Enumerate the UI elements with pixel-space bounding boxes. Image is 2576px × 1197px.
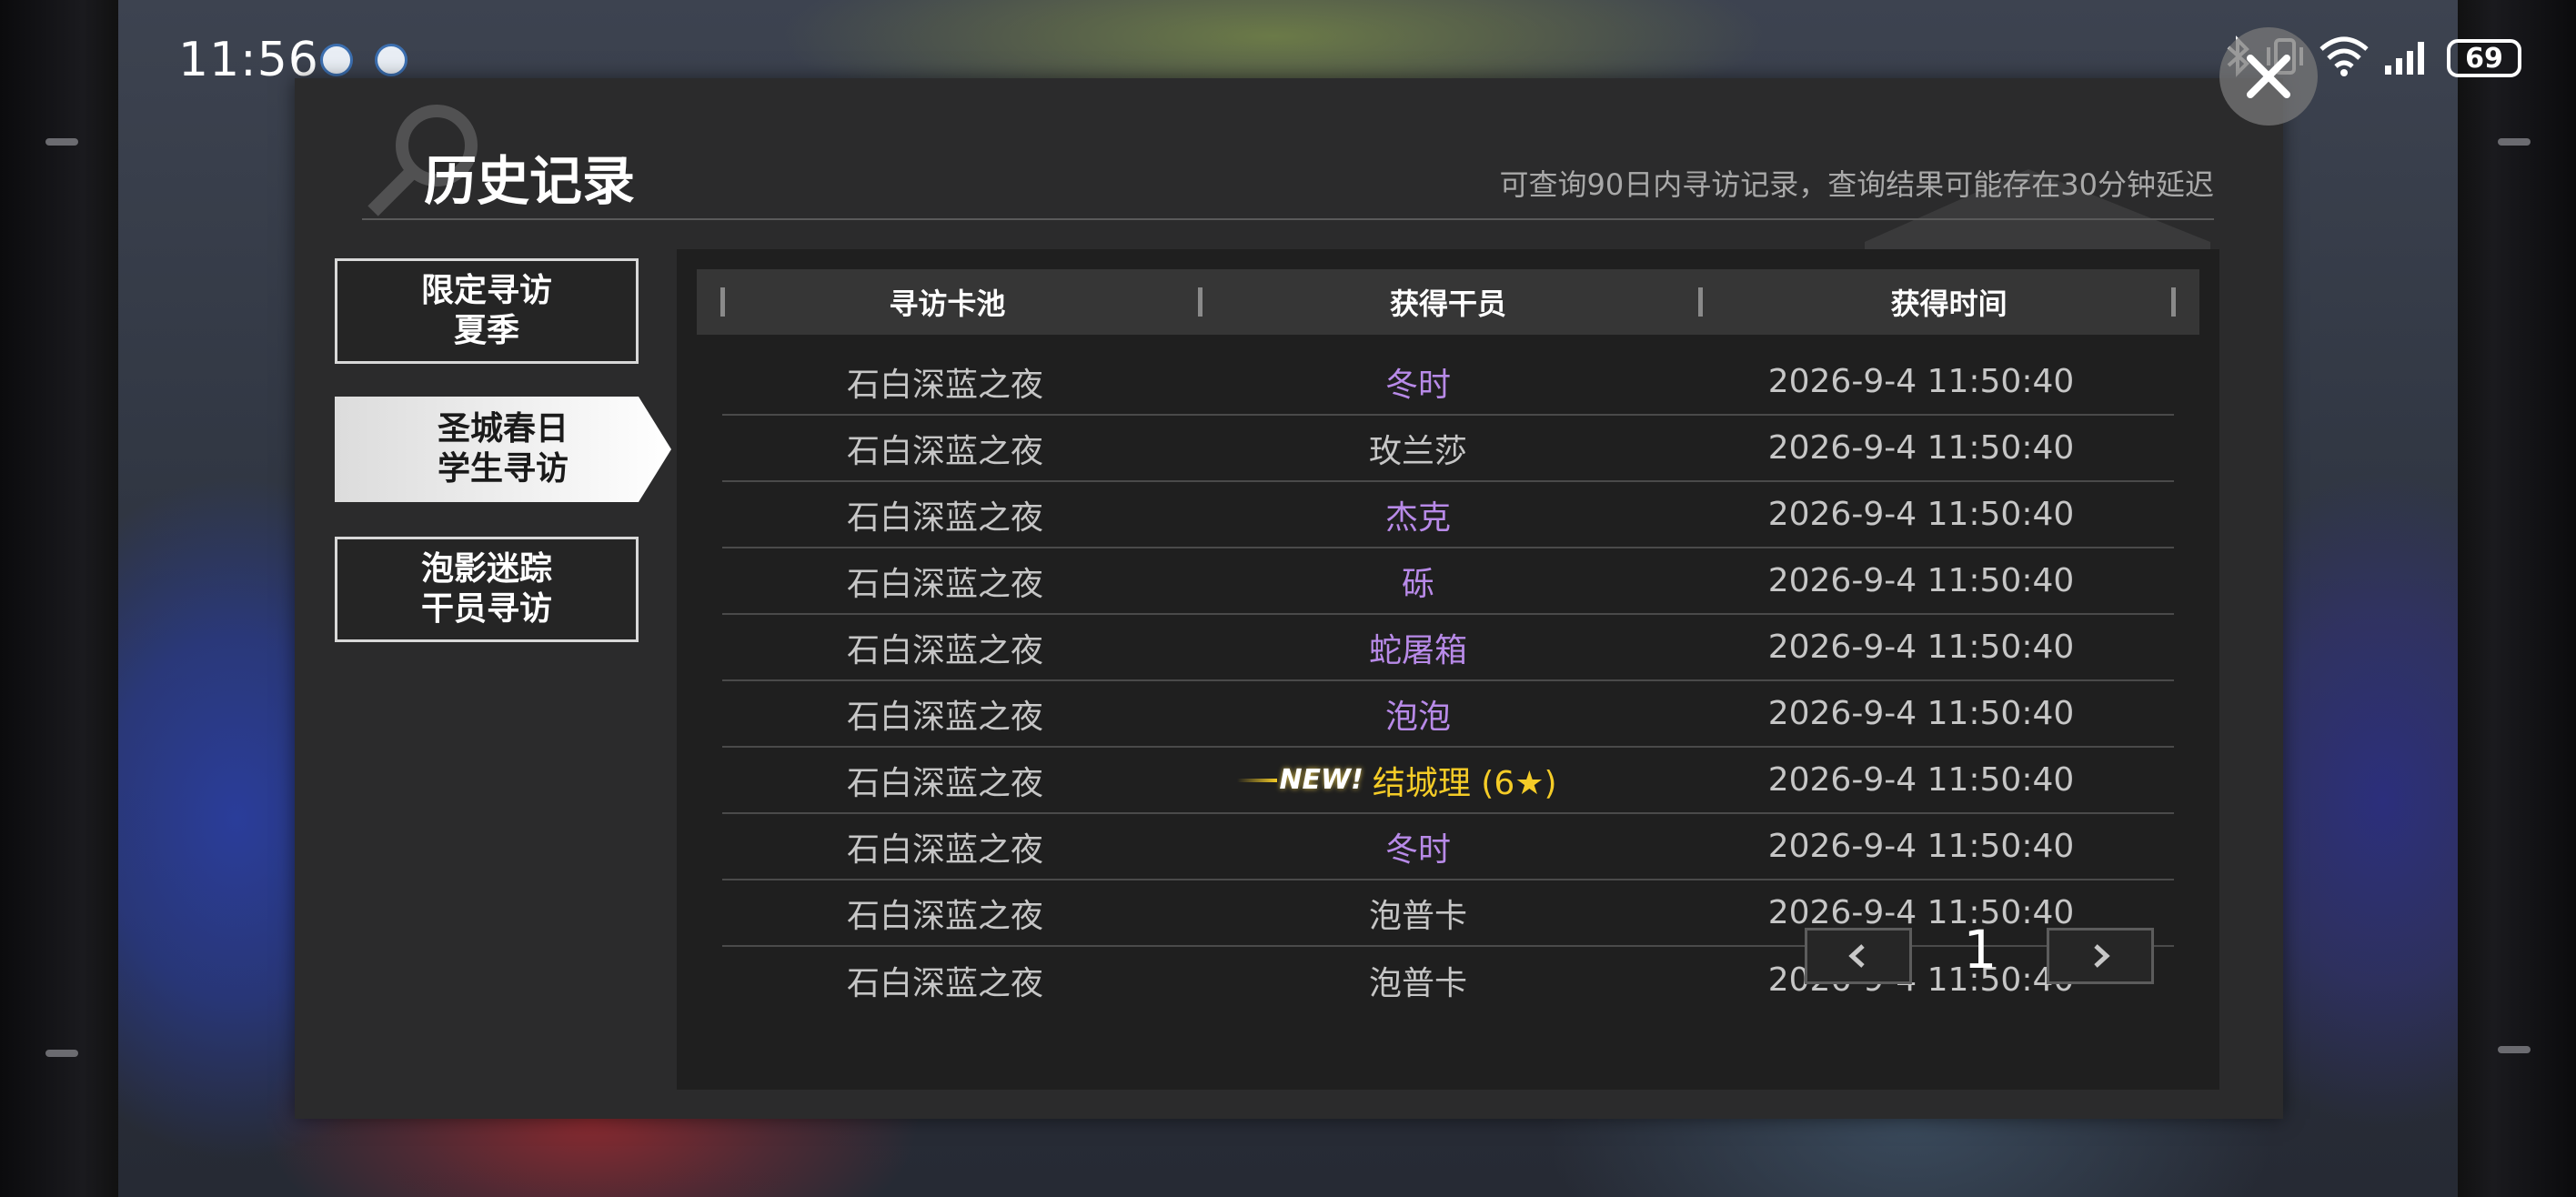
header-operator-label: 获得干员 [1390, 287, 1507, 321]
cell-operator: 泡泡 [1168, 690, 1668, 738]
table-row: 石白深蓝之夜 砾 2026-9-4 11:50:40 [722, 548, 2174, 615]
cell-pool: 石白深蓝之夜 [846, 366, 1043, 404]
cell-operator: 玫兰莎 [1168, 425, 1668, 472]
close-icon [2247, 55, 2290, 98]
bezel-tick [45, 1050, 78, 1057]
bezel-tick [2498, 138, 2531, 146]
table-row: 石白深蓝之夜 冬时 2026-9-4 11:50:40 [722, 349, 2174, 416]
operator-name: 泡普卡 [1368, 897, 1467, 935]
new-badge: NEW! [1237, 764, 1363, 796]
cell-operator: 砾 [1168, 558, 1668, 605]
table-header: 寻访卡池 获得干员 获得时间 [697, 269, 2199, 335]
next-page-button[interactable] [2047, 928, 2154, 984]
chevron-left-icon [1848, 944, 1865, 968]
cell-operator: 冬时 [1168, 823, 1668, 870]
header-time: 获得时间 [1698, 269, 2199, 335]
app-notification-icon [320, 44, 353, 76]
prev-page-button[interactable] [1805, 928, 1912, 984]
operator-name: 泡普卡 [1368, 964, 1467, 1002]
app-notification-icon [375, 44, 408, 76]
header-pool: 寻访卡池 [697, 269, 1198, 335]
table-row: 石白深蓝之夜 冬时 2026-9-4 11:50:40 [722, 814, 2174, 880]
cell-pool: 石白深蓝之夜 [846, 631, 1043, 669]
cell-pool: 石白深蓝之夜 [846, 830, 1043, 869]
cell-pool: 石白深蓝之夜 [846, 964, 1043, 1002]
bezel-tick [2498, 1046, 2531, 1053]
title-divider [362, 218, 2214, 220]
history-rows: 石白深蓝之夜 冬时 2026-9-4 11:50:40 石白深蓝之夜 玫兰莎 2026-9… [722, 349, 2174, 1013]
cell-pool: 石白深蓝之夜 [846, 498, 1043, 537]
current-page-number: 1 [1963, 919, 1997, 981]
cell-time: 2026-9-4 11:50:40 [1767, 429, 2075, 467]
tab-label-line2: 夏季 [453, 312, 519, 349]
cell-time: 2026-9-4 11:50:40 [1767, 562, 2075, 599]
cell-time: 2026-9-4 11:50:40 [1767, 363, 2075, 400]
cell-operator: 杰克 [1168, 491, 1668, 538]
battery-icon: 69 [2447, 39, 2521, 77]
header-time-label: 获得时间 [1890, 287, 2007, 321]
table-row: 石白深蓝之夜 玫兰莎 2026-9-4 11:50:40 [722, 416, 2174, 482]
operator-name: 冬时 [1384, 366, 1451, 404]
cell-time: 2026-9-4 11:50:40 [1767, 695, 2075, 732]
tab-label-line2: 干员寻访 [420, 590, 552, 628]
close-button[interactable] [2219, 27, 2318, 126]
tab-holy-city-spring[interactable]: 圣城春日 学生寻访 [335, 397, 671, 502]
operator-name: 结城理 (6★) [1372, 764, 1557, 802]
operator-name: 蛇屠箱 [1368, 631, 1467, 669]
operator-name: 玫兰莎 [1368, 432, 1467, 470]
cell-pool: 石白深蓝之夜 [846, 565, 1043, 603]
cell-operator: 冬时 [1168, 358, 1668, 406]
header-operator: 获得干员 [1197, 269, 1699, 335]
cell-time: 2026-9-4 11:50:40 [1767, 828, 2075, 865]
signal-icon [2383, 35, 2434, 82]
query-notice: 可查询90日内寻访记录，查询结果可能存在30分钟延迟 [1499, 167, 2214, 202]
bezel-tick [45, 138, 78, 146]
cell-time: 2026-9-4 11:50:40 [1767, 894, 2075, 931]
cell-pool: 石白深蓝之夜 [846, 432, 1043, 470]
table-row: 石白深蓝之夜 杰克 2026-9-4 11:50:40 [722, 482, 2174, 548]
operator-name: 冬时 [1384, 830, 1451, 869]
table-row: 石白深蓝之夜 NEW! 结城理 (6★) 2026-9-4 11:50:40 [722, 748, 2174, 814]
tab-label-line1: 圣城春日 [437, 410, 569, 448]
left-bezel [0, 0, 118, 1197]
right-bezel [2458, 0, 2576, 1197]
tab-label-line1: 泡影迷踪 [420, 550, 552, 588]
wifi-icon [2318, 35, 2370, 82]
operator-name: 砾 [1401, 565, 1434, 603]
cell-pool: 石白深蓝之夜 [846, 698, 1043, 736]
cell-time: 2026-9-4 11:50:40 [1767, 761, 2075, 799]
table-row: 石白深蓝之夜 蛇屠箱 2026-9-4 11:50:40 [722, 615, 2174, 681]
cell-time: 2026-9-4 11:50:40 [1767, 629, 2075, 666]
cell-operator: 蛇屠箱 [1168, 624, 1668, 671]
cell-operator: NEW! 结城理 (6★) [1168, 757, 1668, 804]
chevron-right-icon [2094, 944, 2110, 968]
tab-bubble-trace[interactable]: 泡影迷踪 干员寻访 [335, 537, 639, 642]
cell-operator: 泡普卡 [1168, 957, 1668, 1004]
cell-operator: 泡普卡 [1168, 890, 1668, 937]
cell-pool: 石白深蓝之夜 [846, 764, 1043, 802]
operator-name: 泡泡 [1384, 698, 1451, 736]
tab-label-line1: 限定寻访 [420, 272, 552, 309]
history-dialog: 历史记录 可查询90日内寻访记录，查询结果可能存在30分钟延迟 限定寻访 夏季 … [295, 78, 2283, 1119]
operator-name: 杰克 [1384, 498, 1451, 537]
page-title: 历史记录 [424, 150, 636, 212]
cell-pool: 石白深蓝之夜 [846, 897, 1043, 935]
header-pool-label: 寻访卡池 [889, 287, 1006, 321]
tab-label-line2: 学生寻访 [437, 450, 569, 488]
cell-time: 2026-9-4 11:50:40 [1767, 496, 2075, 533]
tab-limited-summer[interactable]: 限定寻访 夏季 [335, 258, 639, 364]
table-row: 石白深蓝之夜 泡泡 2026-9-4 11:50:40 [722, 681, 2174, 748]
